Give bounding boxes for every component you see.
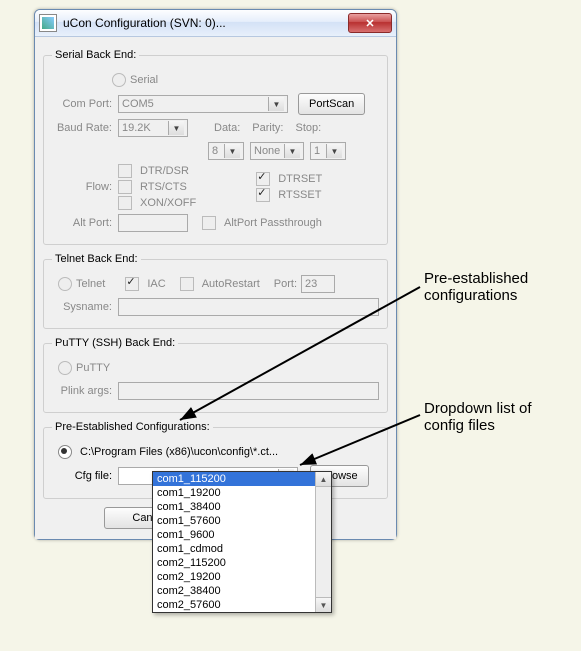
dropdown-item[interactable]: com1_cdmod xyxy=(153,542,331,556)
app-icon xyxy=(39,14,57,32)
parity-combo[interactable]: None▼ xyxy=(250,142,304,160)
flow-label: Flow: xyxy=(52,181,118,193)
sysname-input[interactable] xyxy=(118,298,379,316)
scrollbar[interactable]: ▲ ▼ xyxy=(315,472,331,612)
chevron-down-icon: ▼ xyxy=(168,121,184,135)
iac-checkbox[interactable] xyxy=(125,277,139,291)
scroll-up-button[interactable]: ▲ xyxy=(316,472,331,487)
client-area: Serial Back End: Serial Com Port: COM5 ▼… xyxy=(35,37,396,539)
com-port-combo[interactable]: COM5 ▼ xyxy=(118,95,288,113)
dropdown-item[interactable]: com2_38400 xyxy=(153,584,331,598)
dropdown-item[interactable]: com2_19200 xyxy=(153,570,331,584)
dropdown-item[interactable]: com1_115200 xyxy=(153,472,331,486)
serial-radio-label: Serial xyxy=(130,74,158,86)
altport-pass-checkbox[interactable] xyxy=(202,216,216,230)
flow-rts-checkbox[interactable] xyxy=(118,180,132,194)
putty-legend: PuTTY (SSH) Back End: xyxy=(52,337,178,349)
scroll-down-button[interactable]: ▼ xyxy=(316,597,331,612)
dropdown-item[interactable]: com1_57600 xyxy=(153,514,331,528)
portscan-button[interactable]: PortScan xyxy=(298,93,365,115)
autorestart-checkbox[interactable] xyxy=(180,277,194,291)
baud-combo[interactable]: 19.2K ▼ xyxy=(118,119,188,137)
window-title: uCon Configuration (SVN: 0)... xyxy=(63,16,348,30)
config-window: uCon Configuration (SVN: 0)... ✕ Serial … xyxy=(34,9,397,540)
serial-legend: Serial Back End: xyxy=(52,49,139,61)
close-button[interactable]: ✕ xyxy=(348,13,392,33)
chevron-down-icon: ▼ xyxy=(268,97,284,111)
stop-combo[interactable]: 1▼ xyxy=(310,142,346,160)
rtsset-checkbox[interactable] xyxy=(256,188,270,202)
plink-input[interactable] xyxy=(118,382,379,400)
preconf-radio[interactable] xyxy=(58,445,72,459)
dropdown-item[interactable]: com1_9600 xyxy=(153,528,331,542)
annotation-preconf: Pre-established configurations xyxy=(424,270,528,304)
cfg-label: Cfg file: xyxy=(52,470,118,482)
stop-label: Stop: xyxy=(295,122,321,134)
sysname-label: Sysname: xyxy=(52,301,118,313)
telnet-radio[interactable] xyxy=(58,277,72,291)
chevron-down-icon: ▼ xyxy=(284,144,300,158)
baud-value: 19.2K xyxy=(122,122,151,134)
altport-input[interactable] xyxy=(118,214,188,232)
flow-xon-checkbox[interactable] xyxy=(118,196,132,210)
telnet-port-input[interactable] xyxy=(301,275,335,293)
preconf-path: C:\Program Files (x86)\ucon\config\*.ct.… xyxy=(80,446,278,458)
telnet-group: Telnet Back End: Telnet IAC AutoRestart … xyxy=(43,253,388,329)
dtrset-checkbox[interactable] xyxy=(256,172,270,186)
data-label: Data: xyxy=(214,122,240,134)
dropdown-item[interactable]: com2_115200 xyxy=(153,556,331,570)
flow-dtr-checkbox[interactable] xyxy=(118,164,132,178)
altport-label: Alt Port: xyxy=(52,217,118,229)
putty-group: PuTTY (SSH) Back End: PuTTY Plink args: xyxy=(43,337,388,413)
dropdown-item[interactable]: com2_57600 xyxy=(153,598,331,612)
close-icon: ✕ xyxy=(365,17,374,30)
cfg-file-dropdown[interactable]: ▲ ▼ com1_115200com1_19200com1_38400com1_… xyxy=(152,471,332,613)
com-port-value: COM5 xyxy=(122,98,154,110)
baud-label: Baud Rate: xyxy=(52,122,118,134)
serial-group: Serial Back End: Serial Com Port: COM5 ▼… xyxy=(43,49,388,245)
chevron-down-icon: ▼ xyxy=(224,144,240,158)
annotation-dropdown: Dropdown list of config files xyxy=(424,400,532,434)
com-port-label: Com Port: xyxy=(52,98,118,110)
parity-label: Parity: xyxy=(252,122,283,134)
chevron-down-icon: ▼ xyxy=(326,144,342,158)
putty-radio[interactable] xyxy=(58,361,72,375)
plink-label: Plink args: xyxy=(52,385,118,397)
dropdown-item[interactable]: com1_38400 xyxy=(153,500,331,514)
dropdown-item[interactable]: com1_19200 xyxy=(153,486,331,500)
preconf-legend: Pre-Established Configurations: xyxy=(52,421,213,433)
data-combo[interactable]: 8▼ xyxy=(208,142,244,160)
telnet-legend: Telnet Back End: xyxy=(52,253,141,265)
titlebar[interactable]: uCon Configuration (SVN: 0)... ✕ xyxy=(35,10,396,37)
serial-radio[interactable] xyxy=(112,73,126,87)
